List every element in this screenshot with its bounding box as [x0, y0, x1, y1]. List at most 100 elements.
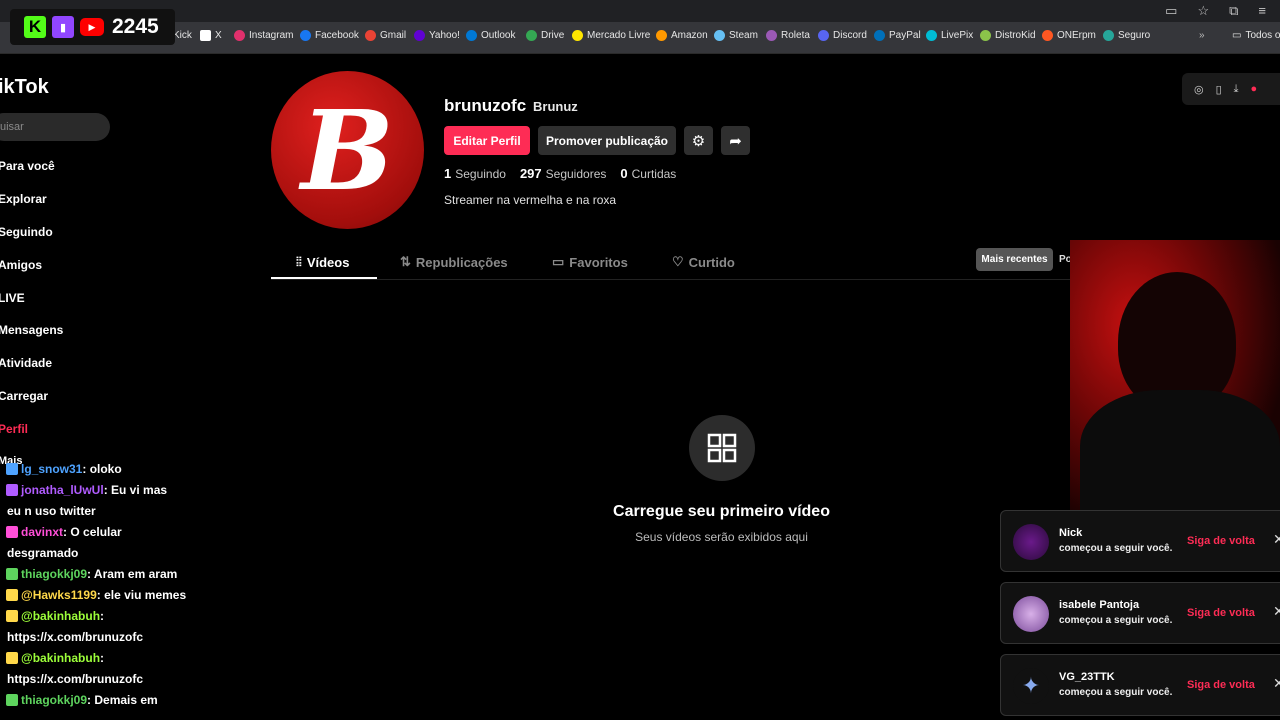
sidebar-item-live[interactable]: LIVE: [0, 291, 25, 305]
close-icon[interactable]: ✕: [1273, 675, 1280, 692]
sidebar-item-explorar[interactable]: Explorar: [0, 192, 47, 206]
bookmark-seguro[interactable]: Seguro: [1103, 30, 1150, 41]
bookmark-instagram[interactable]: Instagram: [234, 30, 293, 41]
install-icon[interactable]: ▭: [1165, 3, 1177, 19]
amazon-icon: [656, 30, 667, 41]
sidebar-item-amigos[interactable]: Amigos: [0, 258, 42, 272]
youtube-icon: ▶: [80, 18, 104, 36]
promote-post-button[interactable]: Promover publicação: [538, 126, 676, 155]
bookmark-outlook[interactable]: Outlook: [466, 30, 515, 41]
chat-message: @Hawks1199: ele viu memes: [6, 588, 186, 602]
stat-followers[interactable]: 297 Seguidores: [520, 166, 606, 181]
bookmark-roleta[interactable]: Roleta: [766, 30, 810, 41]
webcam-feed: [1070, 240, 1280, 520]
yahoo-icon: [414, 30, 425, 41]
grid-icon: ⦙⦙: [296, 254, 302, 269]
follow-back-button[interactable]: Siga de volta: [1187, 607, 1255, 619]
viewer-counter-overlay: K ▮ ▶ 2245: [10, 9, 175, 45]
settings-gear-icon[interactable]: ⚙: [684, 126, 713, 155]
sidebar-item-seguindo[interactable]: Seguindo: [0, 225, 53, 239]
bookmarks-overflow-chevron-icon[interactable]: »: [1199, 30, 1205, 41]
roleta-icon: [766, 30, 777, 41]
chat-message: thiagokkj09: Aram em aram: [6, 567, 177, 581]
close-icon[interactable]: ✕: [1273, 531, 1280, 548]
tab-curtido[interactable]: ♡ Curtido: [672, 254, 735, 270]
profile-username: brunuzofc: [444, 96, 527, 115]
avatar[interactable]: ✦: [1013, 668, 1049, 704]
profile-stats: 1 Seguindo 297 Seguidores 0 Curtidas: [444, 166, 676, 181]
empty-state-subtitle: Seus vídeos serão exibidos aqui: [635, 530, 808, 544]
chat-message: davinxt: O celular: [6, 525, 122, 539]
share-arrow-icon[interactable]: ➦: [721, 126, 750, 155]
chat-message: lg_snow31: oloko: [6, 462, 122, 476]
livepix-icon: [926, 30, 937, 41]
menu-icon[interactable]: ≡: [1258, 3, 1266, 19]
phone-icon[interactable]: ▯: [1216, 83, 1222, 96]
bookmark-yahoo[interactable]: Yahoo!: [414, 30, 460, 41]
chat-message: @bakinhabuh:: [6, 651, 104, 665]
profile-nickname: Brunuz: [533, 99, 578, 114]
bookmark-distrokid[interactable]: DistroKid: [980, 30, 1036, 41]
bookmark-all-folder[interactable]: ▭ Todos o: [1232, 30, 1280, 41]
profile-avatar[interactable]: B: [271, 71, 424, 229]
streamer-body-shape: [1080, 390, 1280, 520]
bookmark-x[interactable]: X: [200, 30, 222, 41]
tab-favoritos[interactable]: ▭ Favoritos: [552, 254, 628, 270]
avatar[interactable]: [1013, 524, 1049, 560]
sidebar-item-perfil[interactable]: Perfil: [0, 422, 28, 436]
bookmark-drive[interactable]: Drive: [526, 30, 564, 41]
tab-videos[interactable]: ⦙⦙ Vídeos: [296, 254, 349, 270]
bookmark-steam[interactable]: Steam: [714, 30, 758, 41]
paypal-icon: [874, 30, 885, 41]
distrokid-icon: [980, 30, 991, 41]
bookmark-paypal[interactable]: PayPal: [874, 30, 921, 41]
bookmark-discord[interactable]: Discord: [818, 30, 867, 41]
youtube-badge-icon: [6, 652, 18, 664]
avatar[interactable]: [1013, 596, 1049, 632]
browser-actions: ▭ ☆ ⧉ ≡: [1165, 3, 1266, 19]
profile-bio: Streamer na vermelha e na roxa: [444, 193, 617, 207]
seguro-icon: [1103, 30, 1114, 41]
bookmark-kick[interactable]: Kick: [173, 30, 192, 41]
outlook-icon: [466, 30, 477, 41]
bookmark-facebook[interactable]: Facebook: [300, 30, 359, 41]
follow-back-button[interactable]: Siga de volta: [1187, 679, 1255, 691]
chat-message-continuation: https://x.com/brunuzofc: [7, 630, 143, 644]
bookmark-livepix[interactable]: LivePix: [926, 30, 973, 41]
sidebar-item-carregar[interactable]: Carregar: [0, 389, 48, 403]
sidebar-item-para-voce[interactable]: Para você: [0, 159, 55, 173]
facebook-icon: [300, 30, 311, 41]
bookmark-mercado-livre[interactable]: Mercado Livre: [572, 30, 650, 41]
folder-icon: ▭: [1232, 30, 1242, 41]
compass-icon[interactable]: ◎: [1194, 83, 1204, 96]
star-icon[interactable]: ☆: [1197, 3, 1209, 19]
browser-titlebar: ▭ ☆ ⧉ ≡: [0, 0, 1280, 22]
bookmark-onerpm[interactable]: ONErpm: [1042, 30, 1096, 41]
stat-following[interactable]: 1 Seguindo: [444, 166, 506, 181]
badge-icon: [6, 484, 18, 496]
notification-badge-icon[interactable]: ●: [1251, 83, 1258, 95]
tab-republicacoes[interactable]: ⇅ Republicações: [400, 254, 508, 270]
bookmark-amazon[interactable]: Amazon: [656, 30, 708, 41]
download-icon[interactable]: ⤓: [1234, 83, 1239, 96]
search-input[interactable]: uisar: [0, 113, 110, 141]
badge-icon: [6, 694, 18, 706]
tiktok-logo[interactable]: ikTok: [0, 76, 49, 99]
badge-icon: [6, 463, 18, 475]
floating-toolbar: ◎ ▯ ⤓ ●: [1182, 73, 1280, 105]
steam-icon: [714, 30, 725, 41]
follow-back-button[interactable]: Siga de volta: [1187, 535, 1255, 547]
sidebar-item-mensagens[interactable]: Mensagens: [0, 323, 63, 337]
close-icon[interactable]: ✕: [1273, 603, 1280, 620]
badge-icon: [6, 568, 18, 580]
edit-profile-button[interactable]: Editar Perfil: [444, 126, 530, 155]
notification-name: VG_23TTK: [1059, 671, 1115, 683]
twitch-icon: ▮: [52, 16, 74, 38]
sort-latest-button[interactable]: Mais recentes: [976, 248, 1053, 271]
bookmark-gmail[interactable]: Gmail: [365, 30, 406, 41]
sidebar-item-atividade[interactable]: Atividade: [0, 356, 52, 370]
empty-grid-icon: [689, 415, 755, 481]
extensions-icon[interactable]: ⧉: [1229, 3, 1238, 19]
notification-name: Nick: [1059, 527, 1083, 539]
chat-message: thiagokkj09: Demais em: [6, 693, 158, 707]
